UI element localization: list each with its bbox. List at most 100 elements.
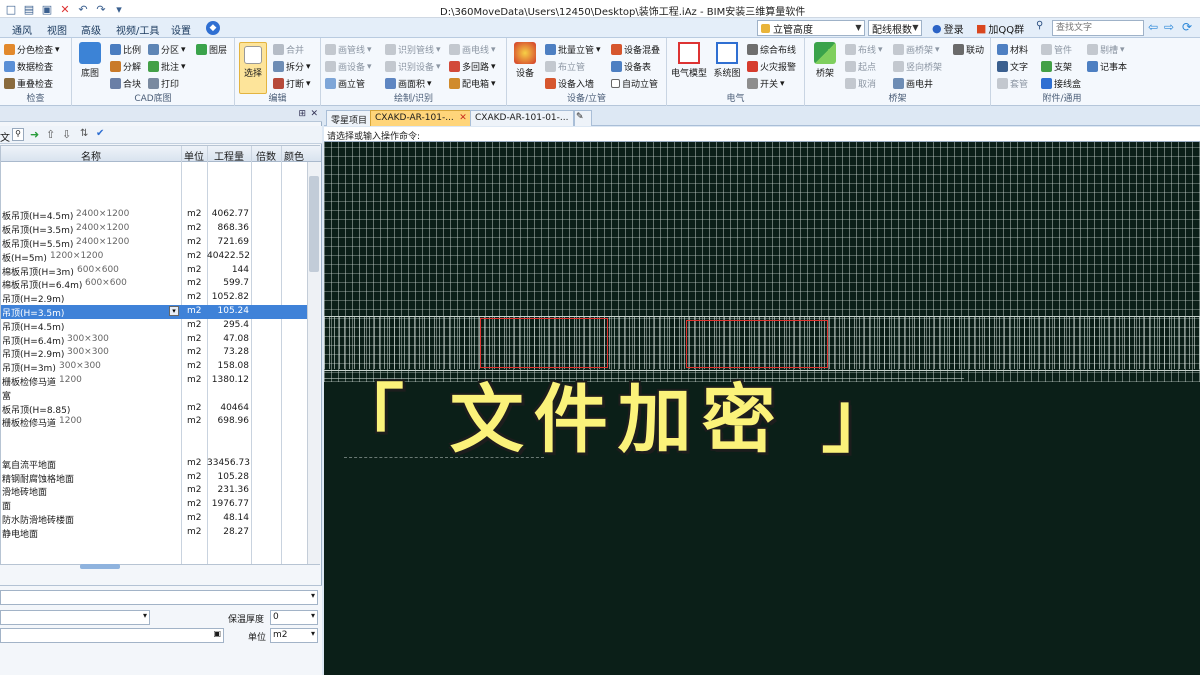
save-icon[interactable]: ▣ (40, 2, 54, 16)
wiring-layout-button[interactable]: 布线 ▾ (845, 43, 883, 56)
spec-select[interactable]: ▣ (0, 628, 224, 643)
search-icon[interactable]: ⚲ (12, 128, 24, 141)
scale-button[interactable]: 比例 (110, 43, 141, 56)
table-row[interactable]: 棉板吊顶(H=3m) 600×600 m2 144 (1, 264, 307, 278)
chevron-down-icon[interactable]: ▣ (213, 629, 221, 638)
chevron-down-icon[interactable]: ▼ (910, 21, 921, 35)
table-row[interactable]: 精钢耐腐蚀格地面 m2 105.28 (1, 471, 307, 485)
partition-button[interactable]: 分区 ▾ (148, 43, 186, 56)
distribution-box-button[interactable]: 配电箱 ▾ (449, 77, 496, 90)
lay-riser-button[interactable]: 布立管 (545, 60, 585, 73)
batch-riser-button[interactable]: 批量立管 ▾ (545, 43, 601, 56)
fitting-button[interactable]: 管件 (1041, 43, 1072, 56)
open-file-icon[interactable]: ▤ (22, 2, 36, 16)
material-button[interactable]: 材料 (997, 43, 1028, 56)
junction-box-button[interactable]: 接线盒 (1041, 77, 1081, 90)
row-dropdown-icon[interactable]: ▾ (169, 306, 179, 316)
tab-ventilation[interactable]: 通风 (12, 22, 32, 37)
break-button[interactable]: 打断 ▾ (273, 77, 311, 90)
pin-icon[interactable]: ⊞ (298, 109, 306, 119)
close-icon[interactable]: ✕ (310, 109, 318, 119)
sleeve-button[interactable]: 套管 (997, 77, 1028, 90)
redo-icon[interactable]: ↷ (94, 2, 108, 16)
vertical-scrollbar[interactable] (307, 162, 320, 564)
undo-icon[interactable]: ↶ (76, 2, 90, 16)
tab-view[interactable]: 视图 (47, 22, 67, 37)
vertical-bridge-button[interactable]: 竖向桥架 (893, 60, 942, 73)
text-button[interactable]: 文字 (997, 60, 1028, 73)
check-icon[interactable]: ✔ (96, 128, 104, 139)
base-map-button[interactable]: 底图 (76, 42, 104, 79)
login-button[interactable]: ● 登录 (932, 20, 964, 36)
type-select[interactable]: ▾ (0, 590, 318, 605)
notepad-button[interactable]: 记事本 (1087, 60, 1127, 73)
table-row[interactable]: 板吊顶(H=8.85) m2 40464 (1, 402, 307, 416)
electric-model-button[interactable]: 电气模型 (671, 42, 707, 79)
table-row[interactable]: 富 (1, 388, 307, 402)
table-row[interactable]: 吊顶(H=2.9m) m2 1052.82 (1, 291, 307, 305)
command-prompt[interactable]: 请选择或输入操作命令: (324, 127, 1200, 142)
bridge-button[interactable]: 桥架 (811, 42, 839, 79)
tab-sporadic-items[interactable]: 零星项目 (326, 110, 373, 126)
linkage-button[interactable]: 联动 (953, 43, 984, 56)
color-check-button[interactable]: 分色检查 ▾ (4, 43, 60, 56)
table-row[interactable]: 吊顶(H=6.4m) 300×300 m2 47.08 (1, 333, 307, 347)
riser-height-combo[interactable]: 立管高度 ▼ (757, 20, 865, 36)
chevron-down-icon[interactable]: ▾ (112, 2, 126, 16)
table-row[interactable]: 栅板检修马道 1200 m2 698.96 (1, 415, 307, 429)
move-up-icon[interactable]: ⇧ (46, 128, 55, 141)
unit-select[interactable]: m2 ▾ (270, 628, 318, 643)
insulation-thickness-select[interactable]: 0 ▾ (270, 610, 318, 625)
table-row[interactable]: 吊顶(H=3m) 300×300 m2 158.08 (1, 360, 307, 374)
identify-pipe-button[interactable]: 识别管线 ▾ (385, 43, 441, 56)
arrow-left-icon[interactable]: ⇦ (1148, 20, 1158, 36)
draw-shaft-button[interactable]: 画电井 (893, 77, 933, 90)
system-diagram-button[interactable]: 系统图 (711, 42, 743, 79)
tab-video-tools[interactable]: 视频/工具 (116, 22, 159, 37)
draw-bridge-button[interactable]: 画桥架 ▾ (893, 43, 940, 56)
table-row[interactable]: 板吊顶(H=5.5m) 2400×1200 m2 721.69 (1, 236, 307, 250)
table-row[interactable] (1, 443, 307, 457)
arrow-right-icon[interactable]: ⇨ (1164, 20, 1174, 36)
splitter-handle[interactable] (80, 564, 120, 569)
table-row[interactable]: 静电地面 m2 28.27 (1, 526, 307, 540)
multi-circuit-button[interactable]: 多回路 ▾ (449, 60, 496, 73)
help-icon[interactable]: ◆ (206, 21, 220, 35)
cancel-button[interactable]: 取消 (845, 77, 876, 90)
refresh-icon[interactable]: ⟳ (1182, 20, 1192, 36)
tab-drawing-2[interactable]: CXAKD-AR-101-01-... (470, 110, 574, 126)
table-row[interactable]: 防水防滑地砖楼面 m2 48.14 (1, 512, 307, 526)
scrollbar-thumb[interactable] (309, 176, 319, 272)
table-row[interactable]: 吊顶(H=2.9m) 300×300 m2 73.28 (1, 346, 307, 360)
table-row[interactable]: 板(H=5m) 1200×1200 m2 40422.52 (1, 250, 307, 264)
data-check-button[interactable]: 数据检查 (4, 60, 53, 73)
start-point-button[interactable]: 起点 (845, 60, 876, 73)
draw-pipe-button[interactable]: 画管线 ▾ (325, 43, 372, 56)
device-table-button[interactable]: 设备表 (611, 60, 651, 73)
table-row[interactable]: 滑地砖地面 m2 231.36 (1, 484, 307, 498)
draw-riser-button[interactable]: 画立管 (325, 77, 365, 90)
table-row[interactable] (1, 429, 307, 443)
new-file-icon[interactable]: □ (4, 2, 18, 16)
split-button[interactable]: 拆分 ▾ (273, 60, 311, 73)
column-multiplier[interactable]: 倍数 (251, 148, 281, 163)
merge-block-button[interactable]: 合块 (110, 77, 141, 90)
chevron-down-icon[interactable]: ▼ (853, 21, 864, 35)
integrated-wiring-button[interactable]: 综合布线 (747, 43, 796, 56)
draw-wire-button[interactable]: 画电线 ▾ (449, 43, 496, 56)
material-select[interactable]: ▾ (0, 610, 150, 625)
print-button[interactable]: 打印 (148, 77, 179, 90)
annotate-button[interactable]: 批注 ▾ (148, 60, 186, 73)
arrow-right-icon[interactable]: ➜ (30, 128, 39, 141)
select-button[interactable]: 选择 (239, 42, 267, 94)
sort-icon[interactable]: ⇅ (80, 128, 88, 139)
tab-drawing-active[interactable]: CXAKD-AR-101-... ✕ (370, 110, 471, 126)
close-icon[interactable]: ✕ (459, 113, 467, 123)
explode-button[interactable]: 分解 (110, 60, 141, 73)
table-row[interactable]: 面 m2 1976.77 (1, 498, 307, 512)
equipment-button[interactable]: 设备 (511, 42, 539, 79)
column-quantity[interactable]: 工程量 (207, 148, 251, 163)
new-tab-icon[interactable]: ✎ (574, 110, 592, 126)
table-row[interactable]: 吊顶(H=4.5m) m2 295.4 (1, 319, 307, 333)
search-text-input[interactable] (1052, 20, 1144, 36)
